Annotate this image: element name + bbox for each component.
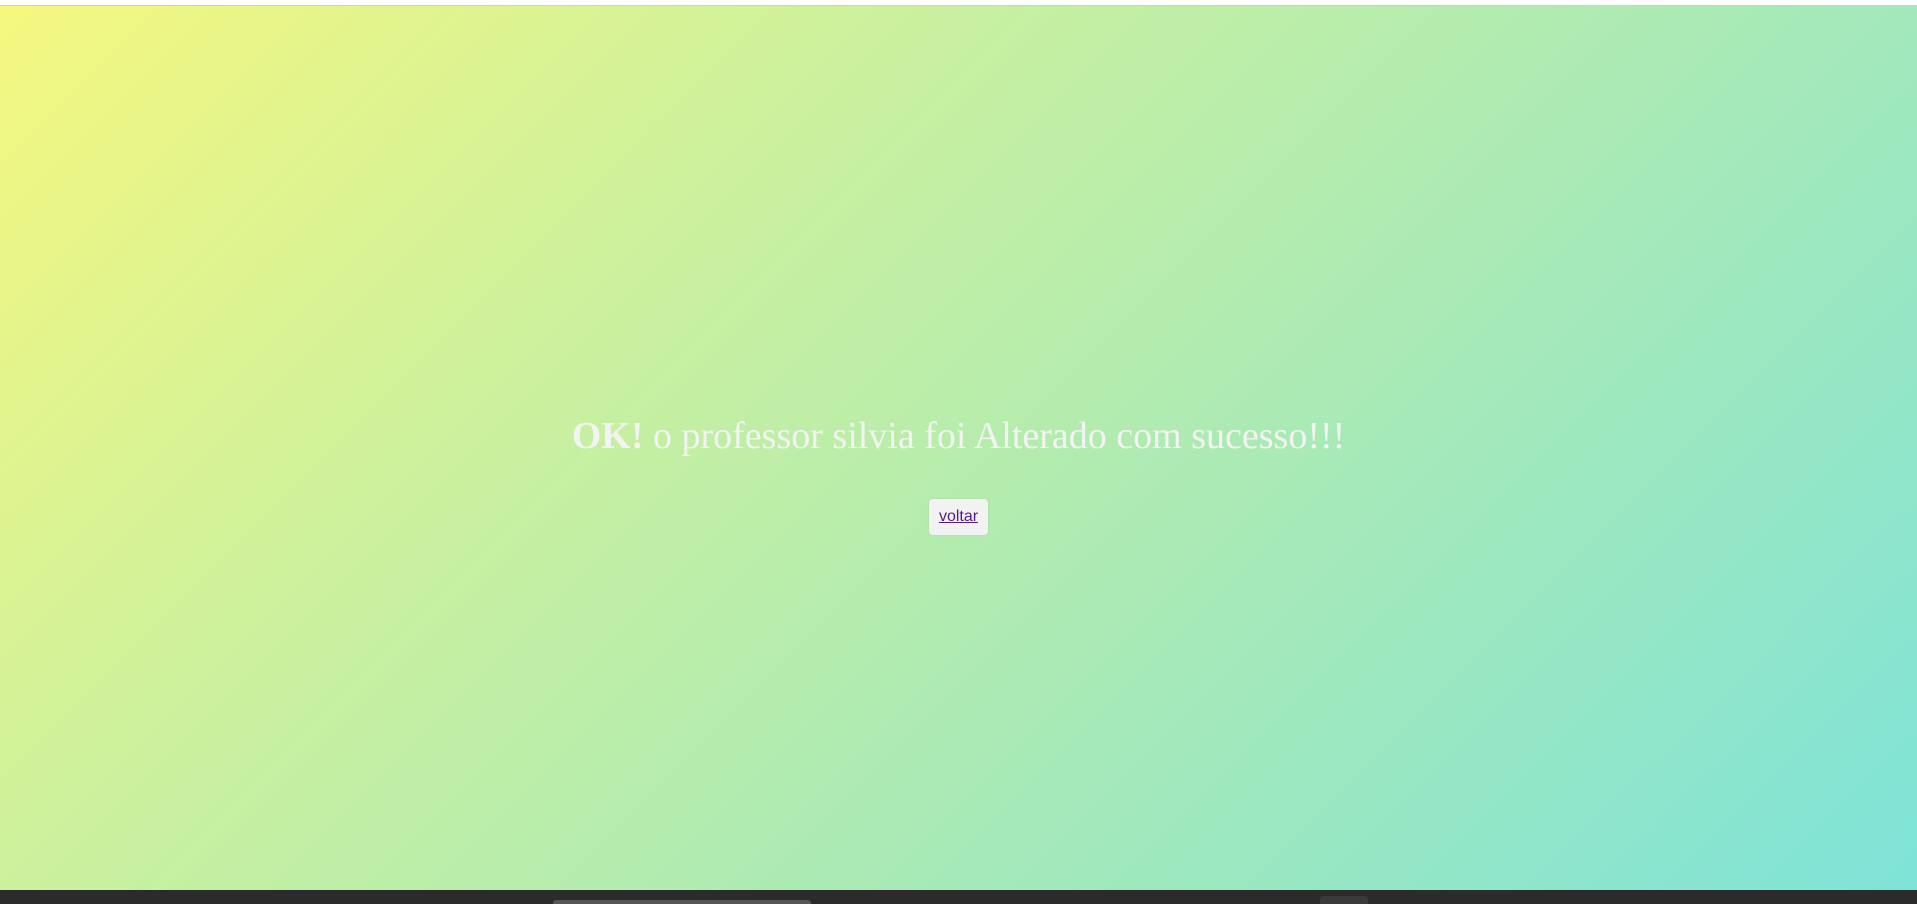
success-message: OK! o professor silvia foi Alterado com … bbox=[0, 410, 1917, 462]
back-button[interactable]: voltar bbox=[928, 499, 989, 535]
taskbar-app-indicator[interactable] bbox=[553, 900, 811, 904]
taskbar bbox=[0, 890, 1917, 904]
back-link[interactable]: voltar bbox=[939, 508, 978, 525]
success-message-text: o professor silvia foi Alterado com suce… bbox=[643, 415, 1346, 457]
success-message-strong: OK! bbox=[571, 415, 644, 457]
page-background: OK! o professor silvia foi Alterado com … bbox=[0, 6, 1917, 890]
back-button-container: voltar bbox=[0, 499, 1917, 535]
taskbar-item[interactable] bbox=[1320, 896, 1368, 904]
